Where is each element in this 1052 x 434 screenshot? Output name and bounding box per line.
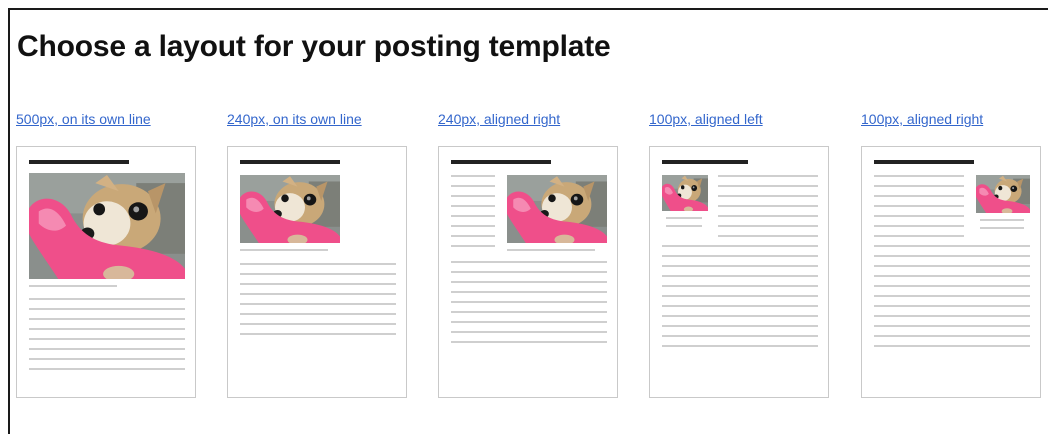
- text-line: [451, 321, 607, 323]
- text-line: [29, 368, 185, 370]
- dog-photo-icon: [507, 175, 607, 243]
- dog-photo-icon: [976, 175, 1030, 213]
- text-line: [451, 225, 495, 227]
- text-line: [662, 315, 818, 317]
- text-line: [718, 205, 818, 207]
- preview-title-bar: [662, 160, 748, 164]
- text-line: [874, 265, 1030, 267]
- caption-line: [666, 225, 702, 227]
- page-title: Choose a layout for your posting templat…: [17, 30, 611, 63]
- text-line: [874, 305, 1030, 307]
- text-line: [451, 341, 607, 343]
- caption-line: [29, 285, 117, 287]
- text-line: [29, 318, 185, 320]
- text-line: [451, 291, 607, 293]
- layout-link-100px-right[interactable]: 100px, aligned right: [861, 111, 983, 127]
- text-line: [662, 265, 818, 267]
- text-line: [451, 311, 607, 313]
- text-line: [240, 293, 396, 295]
- text-line: [451, 205, 495, 207]
- text-line: [874, 195, 964, 197]
- text-line: [874, 295, 1030, 297]
- text-line: [874, 345, 1030, 347]
- text-line: [451, 331, 607, 333]
- text-line: [240, 283, 396, 285]
- text-line: [874, 205, 964, 207]
- text-line: [240, 263, 396, 265]
- dog-photo-icon: [29, 173, 185, 279]
- caption-line: [666, 217, 702, 219]
- text-line: [451, 195, 495, 197]
- text-line: [240, 303, 396, 305]
- text-line: [240, 323, 396, 325]
- text-line: [874, 245, 1030, 247]
- layout-preview-500px-own-line[interactable]: [16, 146, 196, 398]
- text-line: [451, 281, 607, 283]
- text-line: [451, 301, 607, 303]
- text-line: [718, 195, 818, 197]
- text-line: [240, 313, 396, 315]
- text-line: [874, 215, 964, 217]
- text-line: [451, 261, 607, 263]
- text-line: [451, 215, 495, 217]
- text-line: [451, 175, 495, 177]
- text-line: [662, 285, 818, 287]
- layout-preview-100px-right[interactable]: [861, 146, 1041, 398]
- caption-line: [980, 227, 1024, 229]
- preview-title-bar: [29, 160, 129, 164]
- text-line: [29, 358, 185, 360]
- text-line: [451, 185, 495, 187]
- text-line: [240, 333, 396, 335]
- text-line: [240, 273, 396, 275]
- text-line: [874, 275, 1030, 277]
- text-line: [718, 175, 818, 177]
- text-line: [874, 225, 964, 227]
- text-line: [662, 295, 818, 297]
- layout-link-240px-own-line[interactable]: 240px, on its own line: [227, 111, 362, 127]
- text-line: [874, 235, 964, 237]
- text-line: [874, 255, 1030, 257]
- layout-preview-100px-left[interactable]: [649, 146, 829, 398]
- text-line: [662, 255, 818, 257]
- layout-link-240px-right[interactable]: 240px, aligned right: [438, 111, 560, 127]
- layout-preview-240px-right[interactable]: [438, 146, 618, 398]
- text-line: [874, 175, 964, 177]
- text-line: [718, 215, 818, 217]
- text-line: [662, 345, 818, 347]
- text-line: [718, 235, 818, 237]
- text-line: [29, 338, 185, 340]
- text-line: [29, 298, 185, 300]
- text-line: [662, 245, 818, 247]
- preview-title-bar: [451, 160, 551, 164]
- text-line: [874, 335, 1030, 337]
- layout-preview-240px-own-line[interactable]: [227, 146, 407, 398]
- text-line: [29, 328, 185, 330]
- text-line: [451, 271, 607, 273]
- layout-link-500px-own-line[interactable]: 500px, on its own line: [16, 111, 151, 127]
- text-line: [662, 275, 818, 277]
- preview-title-bar: [240, 160, 340, 164]
- text-line: [29, 348, 185, 350]
- text-line: [718, 225, 818, 227]
- text-line: [662, 325, 818, 327]
- text-line: [874, 285, 1030, 287]
- text-line: [718, 185, 818, 187]
- text-line: [662, 335, 818, 337]
- text-line: [874, 315, 1030, 317]
- caption-line: [980, 219, 1024, 221]
- caption-line: [507, 249, 595, 251]
- text-line: [29, 308, 185, 310]
- text-line: [874, 185, 964, 187]
- dog-photo-icon: [240, 175, 340, 243]
- text-line: [874, 325, 1030, 327]
- dog-photo-icon: [662, 175, 708, 211]
- caption-line: [240, 249, 328, 251]
- text-line: [451, 235, 495, 237]
- text-line: [451, 245, 495, 247]
- text-line: [662, 305, 818, 307]
- preview-title-bar: [874, 160, 974, 164]
- layout-link-100px-left[interactable]: 100px, aligned left: [649, 111, 763, 127]
